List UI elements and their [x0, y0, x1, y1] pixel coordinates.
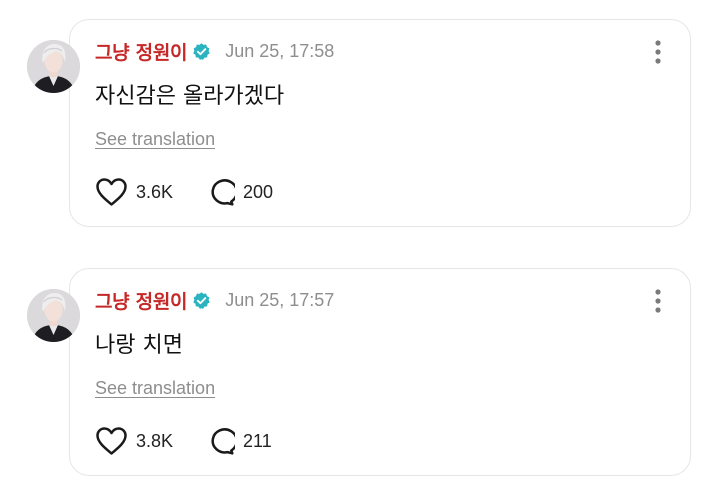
see-translation-link[interactable]: See translation	[95, 129, 215, 150]
like-count: 3.8K	[136, 430, 174, 451]
verified-badge-icon	[192, 42, 211, 61]
comment-feed: 그냥 정원이 Jun 25, 17:58 자신감은 올라가겠다 See tran…	[0, 0, 720, 484]
reply-button[interactable]: 200	[205, 177, 273, 207]
author-name[interactable]: 그냥 정원이	[95, 287, 188, 314]
author-avatar[interactable]	[27, 289, 80, 342]
verified-badge-icon	[192, 291, 211, 310]
heart-outline-icon	[95, 177, 128, 207]
more-vertical-icon	[649, 288, 667, 314]
like-button[interactable]: 3.8K	[95, 426, 173, 456]
more-options-button[interactable]	[649, 288, 667, 314]
reply-count: 211	[243, 430, 272, 451]
post-actions: 3.8K 211	[95, 424, 272, 458]
author-line: 그냥 정원이 Jun 25, 17:57	[95, 287, 335, 314]
post-actions: 3.6K 200	[95, 175, 273, 209]
like-button[interactable]: 3.6K	[95, 177, 173, 207]
post-timestamp: Jun 25, 17:57	[225, 289, 335, 310]
speech-bubble-icon	[205, 426, 236, 456]
see-translation-link[interactable]: See translation	[95, 378, 215, 399]
comment-post: 그냥 정원이 Jun 25, 17:57 나랑 치면 See translati…	[0, 268, 720, 484]
comment-text: 자신감은 올라가겠다	[95, 84, 285, 109]
author-avatar[interactable]	[27, 40, 80, 93]
comment-text: 나랑 치면	[95, 333, 183, 358]
reply-button[interactable]: 211	[205, 426, 272, 456]
author-line: 그냥 정원이 Jun 25, 17:58	[95, 38, 335, 65]
author-name[interactable]: 그냥 정원이	[95, 38, 188, 65]
comment-post: 그냥 정원이 Jun 25, 17:58 자신감은 올라가겠다 See tran…	[0, 19, 720, 259]
heart-outline-icon	[95, 426, 128, 456]
post-timestamp: Jun 25, 17:58	[225, 40, 335, 61]
speech-bubble-icon	[205, 177, 236, 207]
reply-count: 200	[243, 181, 274, 202]
more-options-button[interactable]	[649, 39, 667, 65]
more-vertical-icon	[649, 39, 667, 65]
like-count: 3.6K	[136, 181, 174, 202]
